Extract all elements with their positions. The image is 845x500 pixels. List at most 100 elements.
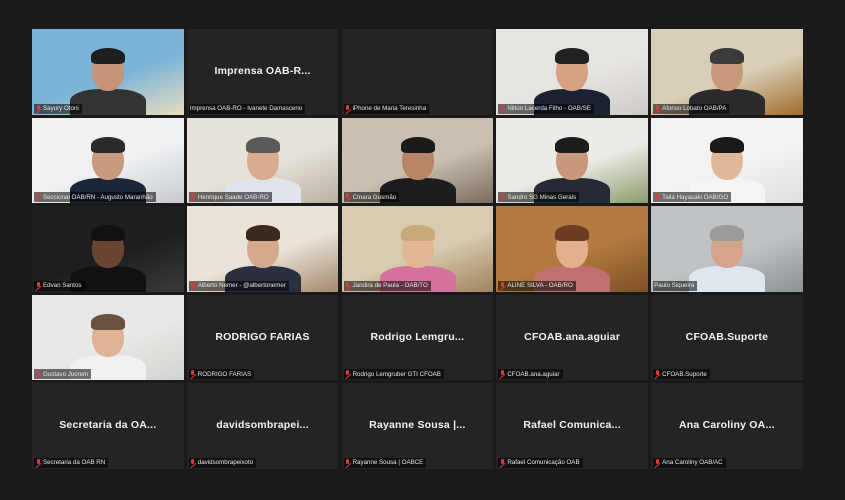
muted-mic-icon: [499, 193, 505, 201]
participant-name-label: Sandro SG Minas Gerais: [498, 192, 580, 203]
participant-name-label: Rayanne Sousa | OABCE: [343, 457, 427, 468]
participant-name: Afonso Lobato OAB/PA: [662, 105, 727, 113]
muted-mic-icon: [190, 281, 196, 290]
muted-mic-icon: [35, 193, 41, 201]
participant-tile[interactable]: Gustavo Jucrem: [32, 294, 184, 381]
participant-video: [651, 117, 803, 204]
muted-mic-icon: [345, 193, 351, 201]
participant-name: CFOAB.Suporte: [662, 370, 707, 378]
participant-tile[interactable]: Rafael Comunica... Rafael Comunicação OAB: [496, 383, 648, 469]
participant-tile[interactable]: Nilton Lacerda Filho - OAB/SE: [496, 29, 648, 115]
participant-display-name: Rodrigo Lemgru...: [370, 330, 465, 343]
participant-video: [186, 206, 339, 292]
participant-tile[interactable]: CFOAB.Suporte CFOAB.Suporte: [651, 294, 803, 381]
participant-tile[interactable]: Rodrigo Lemgru... Rodrigo Lemgruber GTI C…: [341, 294, 494, 381]
participant-display-name: davidsombrapei...: [216, 418, 309, 431]
participant-video: [651, 29, 803, 115]
participant-tile[interactable]: Rayanne Sousa |... Rayanne Sousa | OABCE: [341, 383, 494, 469]
muted-mic-icon: [35, 104, 41, 113]
participant-name: Cínara Gusmão: [352, 193, 397, 201]
muted-mic-icon: [499, 370, 505, 378]
participant-silhouette: [187, 118, 339, 204]
participant-tile[interactable]: Paulo Siqueira: [651, 206, 803, 292]
participant-name: Imprensa OAB-RO - Ivanete Damasceno: [189, 105, 303, 113]
participant-tile[interactable]: Imprensa OAB-R... Imprensa OAB-RO - Ivane…: [186, 29, 339, 115]
participant-tile[interactable]: Afonso Lobato OAB/PA: [651, 29, 803, 115]
participant-name-label: Rodrigo Lemgruber GTI CFOAB: [343, 369, 444, 380]
participant-display-name: Ana Caroliny OA...: [679, 418, 775, 431]
participant-name: Gustavo Jucrem: [43, 370, 89, 378]
participant-name: CFOAB.ana.aguiar: [507, 370, 560, 378]
participant-name-label: Nilton Lacerda Filho - OAB/SE: [498, 103, 594, 114]
participant-silhouette: [651, 118, 803, 204]
participant-silhouette: [496, 29, 648, 115]
muted-mic-icon: [345, 370, 351, 378]
participant-silhouette: [32, 295, 184, 381]
participant-name-label: Henrique Saade OAB-RO: [188, 192, 272, 203]
participant-silhouette: [651, 29, 803, 115]
participant-tile[interactable]: Henrique Saade OAB-RO: [186, 117, 339, 204]
muted-mic-icon: [499, 104, 505, 113]
participant-silhouette: [187, 206, 339, 292]
participant-name: Secretaria da OAB RN: [43, 459, 106, 467]
participant-tile[interactable]: Edvan Santos: [32, 206, 184, 292]
participant-grid: Sayury Otoni Imprensa OAB-R... Imprensa OA…: [32, 29, 806, 473]
participant-tile[interactable]: Sandro SG Minas Gerais: [496, 117, 648, 204]
participant-tile[interactable]: Secretaria da OA... Secretaria da OAB RN: [32, 383, 184, 469]
participant-video: [496, 206, 648, 292]
participant-silhouette: [496, 118, 648, 204]
participant-name-label: CFOAB.Suporte: [653, 369, 710, 380]
participant-name-label: davidsombrapeixoto: [188, 457, 257, 468]
participant-name: Sandro SG Minas Gerais: [507, 193, 577, 201]
muted-mic-icon: [654, 370, 660, 378]
participant-silhouette: [342, 206, 494, 292]
participant-tile[interactable]: Cínara Gusmão: [341, 117, 494, 204]
participant-name: Seccional OAB/RN - Augusto Maranhão: [43, 193, 153, 201]
muted-mic-icon: [654, 104, 660, 113]
participant-video: [186, 117, 339, 204]
participant-tile[interactable]: RODRIGO FARIAS RODRIGO FARIAS: [186, 294, 339, 381]
participant-name: Rodrigo Lemgruber GTI CFOAB: [352, 370, 441, 378]
participant-tile[interactable]: Ana Caroliny OA... Ana Caroliny OAB/AC: [651, 383, 803, 469]
participant-video: [32, 29, 184, 115]
participant-tile[interactable]: Taila Hayasaki OAB/GO: [651, 117, 803, 204]
participant-video: [496, 29, 648, 115]
muted-mic-icon: [345, 281, 351, 290]
participant-tile[interactable]: Sayury Otoni: [32, 29, 184, 115]
participant-name-label: Afonso Lobato OAB/PA: [653, 103, 730, 114]
muted-mic-icon: [190, 458, 196, 467]
muted-mic-icon: [345, 458, 351, 467]
muted-mic-icon: [190, 193, 196, 201]
participant-silhouette: [32, 206, 184, 292]
participant-tile[interactable]: Alberto Nemer - @albertonemer: [186, 206, 339, 292]
participant-video: [651, 206, 803, 292]
muted-mic-icon: [190, 370, 196, 378]
participant-name-label: Sayury Otoni: [34, 103, 82, 114]
participant-display-name: Rayanne Sousa |...: [369, 418, 466, 431]
participant-name-label: Paulo Siqueira: [653, 280, 698, 291]
participant-tile[interactable]: ALINE SILVA - OAB/RO: [496, 206, 648, 292]
participant-tile[interactable]: davidsombrapei... davidsombrapeixoto: [186, 383, 339, 469]
participant-tile[interactable]: CFOAB.ana.aguiar CFOAB.ana.aguiar: [496, 294, 648, 381]
participant-silhouette: [496, 206, 648, 292]
participant-name-label: Taila Hayasaki OAB/GO: [653, 192, 732, 203]
participant-name: Jandira de Paula - OAB/TO: [352, 282, 428, 290]
participant-name-label: Imprensa OAB-RO - Ivanete Damasceno: [188, 103, 306, 114]
muted-mic-icon: [345, 104, 351, 113]
participant-display-name: CFOAB.ana.aguiar: [524, 330, 621, 343]
participant-video: [32, 206, 184, 292]
muted-mic-icon: [654, 458, 660, 467]
participant-video: [32, 294, 184, 381]
participant-name-label: Gustavo Jucrem: [34, 369, 92, 380]
participant-tile[interactable]: iPhone de Maria Teresinha: [341, 29, 494, 115]
muted-mic-icon: [654, 193, 660, 201]
muted-mic-icon: [499, 458, 505, 467]
participant-silhouette: [32, 29, 184, 115]
participant-name-label: Rafael Comunicação OAB: [498, 457, 583, 468]
participant-tile[interactable]: Jandira de Paula - OAB/TO: [341, 206, 494, 292]
participant-name-label: iPhone de Maria Teresinha: [343, 103, 430, 114]
participant-name-label: Ana Caroliny OAB/AC: [653, 457, 726, 468]
participant-video: [341, 117, 494, 204]
participant-name-label: RODRIGO FARIAS: [188, 369, 255, 380]
participant-tile[interactable]: Seccional OAB/RN - Augusto Maranhão: [32, 117, 184, 204]
